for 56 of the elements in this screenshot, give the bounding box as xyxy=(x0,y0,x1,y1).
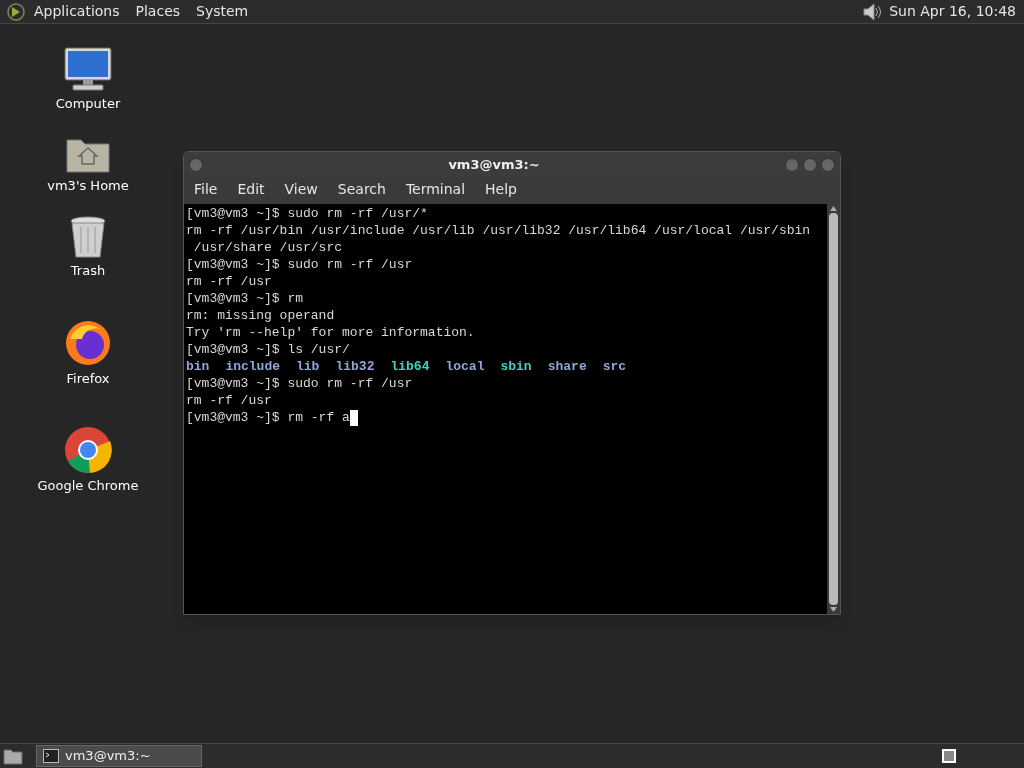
directory-name: sbin xyxy=(500,358,532,375)
terminal-line: [vm3@vm3 ~]$ ls /usr/ xyxy=(186,341,351,358)
scroll-up-icon[interactable] xyxy=(830,206,837,211)
directory-name: src xyxy=(602,358,627,375)
firefox-icon xyxy=(64,318,112,367)
directory-name: lib64 xyxy=(390,358,430,375)
scrollbar-thumb[interactable] xyxy=(829,213,838,605)
directory-name: local xyxy=(445,358,485,375)
terminal-line: rm -rf /usr xyxy=(186,273,273,290)
window-title: vm3@vm3:~ xyxy=(447,155,541,174)
terminal-line: rm -rf /usr xyxy=(186,392,273,409)
terminal-line: [vm3@vm3 ~]$ rm xyxy=(186,290,305,307)
terminal-line: rm -rf /usr/bin /usr/include /usr/lib /usr/lib32 /usr/lib64 /usr/local /usr/sbin xyxy=(186,222,812,239)
minimize-button[interactable] xyxy=(785,157,799,172)
clock[interactable]: Sun Apr 16, 10:48 xyxy=(889,1,1016,22)
terminal-line: [vm3@vm3 ~]$ sudo rm -rf /usr/* xyxy=(186,205,429,222)
menu-item[interactable]: File xyxy=(194,179,218,200)
terminal-line: [vm3@vm3 ~]$ rm -rf a xyxy=(186,409,350,426)
desktop-icon-label[interactable]: Trash xyxy=(70,261,106,281)
terminal-line: [vm3@vm3 ~]$ sudo rm -rf /usr xyxy=(186,256,414,273)
desktop-icon-label[interactable]: vm3's Home xyxy=(47,175,129,195)
show-desktop-icon[interactable] xyxy=(2,746,24,766)
trash-icon xyxy=(69,215,107,259)
taskbar-button[interactable]: vm3@vm3:~ xyxy=(36,745,202,767)
monitor-icon xyxy=(63,46,113,92)
terminal-line: rm: missing operand xyxy=(186,307,336,324)
menu-item[interactable]: Edit xyxy=(237,179,265,200)
terminal-line: [vm3@vm3 ~]$ sudo rm -rf /usr xyxy=(186,375,414,392)
desktop-icon-label[interactable]: Google Chrome xyxy=(37,476,139,496)
workspace-switcher[interactable] xyxy=(942,749,956,763)
directory-name: include xyxy=(225,358,280,375)
menu-item[interactable]: Help xyxy=(485,179,517,200)
logo-icon xyxy=(6,1,26,22)
menu-item[interactable]: Search xyxy=(337,179,386,200)
menu-item[interactable]: Terminal xyxy=(405,179,466,200)
scrollbar[interactable] xyxy=(827,204,840,614)
maximize-button[interactable] xyxy=(803,157,817,172)
window-menu-button[interactable] xyxy=(189,157,203,172)
panel-menu[interactable]: Places xyxy=(135,1,181,22)
scroll-down-icon[interactable] xyxy=(830,607,837,612)
directory-name: lib32 xyxy=(335,358,375,375)
terminal-line: Try 'rm --help' for more information. xyxy=(186,324,476,341)
text-cursor xyxy=(349,409,358,426)
directory-name: share xyxy=(547,358,587,375)
directory-name: lib xyxy=(296,358,320,375)
terminal-line: /usr/share /usr/src xyxy=(192,239,344,256)
close-button[interactable] xyxy=(821,157,835,172)
desktop-icon-label[interactable]: Firefox xyxy=(66,368,110,388)
chrome-icon xyxy=(64,426,112,474)
panel-menu[interactable]: System xyxy=(196,1,249,22)
menu-item[interactable]: View xyxy=(284,179,318,200)
directory-name: bin xyxy=(186,358,210,375)
desktop-icon-label[interactable]: Computer xyxy=(55,94,121,114)
panel-menu[interactable]: Applications xyxy=(34,1,120,22)
terminal-icon xyxy=(43,749,59,763)
speaker-icon xyxy=(861,1,884,22)
